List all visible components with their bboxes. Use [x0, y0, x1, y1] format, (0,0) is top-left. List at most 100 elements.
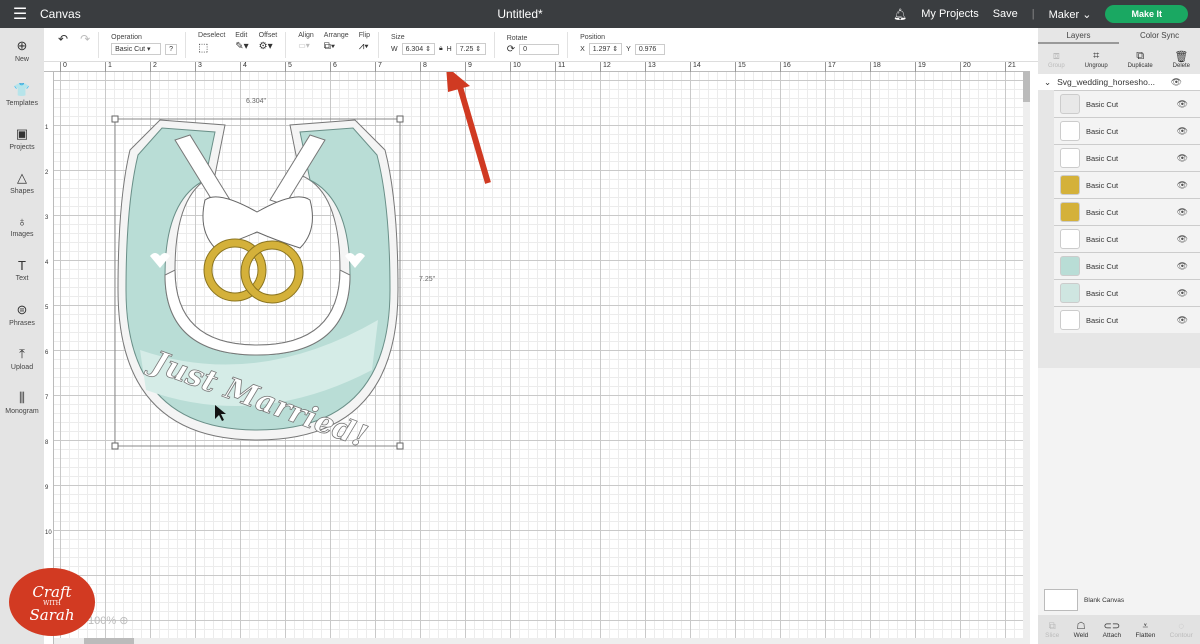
- sidebar-item-monogram[interactable]: ⫼ Monogram: [0, 380, 44, 424]
- ruler-tick: 1: [45, 125, 49, 131]
- ruler-tick: 20: [960, 62, 971, 72]
- make-it-button[interactable]: Make It: [1105, 5, 1188, 23]
- height-input[interactable]: 7.25 ⇕: [455, 43, 486, 55]
- layer-item[interactable]: Basic Cut 👁︎: [1054, 117, 1200, 144]
- eye-icon[interactable]: 👁︎: [1177, 288, 1188, 299]
- layer-item[interactable]: Basic Cut 👁︎: [1054, 252, 1200, 279]
- sidebar-item-shapes[interactable]: △ Shapes: [0, 160, 44, 204]
- shapes-icon: △: [17, 169, 27, 185]
- shirt-icon: 👕: [13, 81, 31, 97]
- width-input[interactable]: 6.304 ⇕: [401, 43, 435, 55]
- ruler-tick: 8: [420, 62, 427, 72]
- eye-icon[interactable]: 👁︎: [1177, 153, 1188, 164]
- slice-icon: ⧉: [1048, 620, 1056, 632]
- save-button[interactable]: Save: [993, 8, 1018, 20]
- speech-icon: ⊜: [16, 301, 28, 317]
- my-projects-link[interactable]: My Projects: [921, 8, 978, 20]
- contour-button[interactable]: ◌ Contour: [1170, 621, 1193, 639]
- attach-button[interactable]: ⊂⊃ Attach: [1103, 621, 1121, 639]
- vertical-scrollbar[interactable]: [1023, 72, 1030, 644]
- deselect-icon[interactable]: ⬚: [198, 41, 225, 54]
- sidebar-item-projects[interactable]: ▣ Projects: [0, 116, 44, 160]
- layer-item[interactable]: Basic Cut 👁︎: [1054, 279, 1200, 306]
- red-arrow-icon: [455, 79, 491, 184]
- eye-icon[interactable]: 👁︎: [1177, 180, 1188, 191]
- tab-layers[interactable]: Layers: [1038, 28, 1119, 44]
- eye-icon[interactable]: 👁︎: [1177, 315, 1188, 326]
- layer-item[interactable]: Basic Cut 👁︎: [1054, 306, 1200, 333]
- layer-thumbnail: [1060, 283, 1080, 303]
- align-icon[interactable]: ▭▾: [298, 41, 314, 50]
- ruler-tick: 12: [600, 62, 611, 72]
- arrange-label: Arrange: [323, 31, 349, 39]
- rotate-input[interactable]: 0: [519, 43, 560, 55]
- flatten-button[interactable]: ⩡ Flatten: [1135, 621, 1155, 639]
- eye-icon[interactable]: 👁︎: [1177, 234, 1188, 245]
- y-input[interactable]: 0.976: [634, 43, 665, 55]
- contour-icon: ◌: [1178, 620, 1185, 632]
- layer-item[interactable]: Basic Cut 👁︎: [1054, 171, 1200, 198]
- sidebar-item-new[interactable]: ⊕ New: [0, 28, 44, 72]
- sidebar-item-upload[interactable]: ⤒ Upload: [0, 336, 44, 380]
- ruler-tick: 10: [45, 530, 52, 536]
- group-button[interactable]: ⧈ Group: [1048, 50, 1065, 69]
- plus-circle-icon: ⊕: [16, 37, 28, 53]
- blank-canvas-row[interactable]: Blank Canvas: [1038, 585, 1200, 615]
- layer-group[interactable]: ⌄ Svg_wedding_horsesho... 👁︎: [1038, 74, 1200, 90]
- layer-item[interactable]: Basic Cut 👁︎: [1054, 144, 1200, 171]
- sidebar-item-templates[interactable]: 👕 Templates: [0, 72, 44, 116]
- sidebar-item-text[interactable]: T Text: [0, 248, 44, 292]
- horizontal-scrollbar[interactable]: [44, 638, 1024, 644]
- ungroup-button[interactable]: ⌗ Ungroup: [1085, 50, 1108, 69]
- craft-with-sarah-logo: Craft WITH Sarah: [9, 568, 95, 636]
- weld-button[interactable]: ☖ Weld: [1074, 621, 1089, 639]
- chevron-down-icon[interactable]: ⌄: [1044, 77, 1051, 88]
- lock-icon[interactable]: 🔒︎: [439, 45, 443, 53]
- arrange-icon[interactable]: ⧉▾: [324, 41, 349, 52]
- ruler-tick: 0: [60, 62, 67, 72]
- width-dimension-label: 6.304": [246, 98, 267, 105]
- slice-button[interactable]: ⧉ Slice: [1045, 621, 1059, 639]
- edit-toolbar: ↶ ↷ Operation Basic Cut ▾? Deselect ⬚ Edit ✎…: [44, 28, 1038, 62]
- ruler-tick: 7: [375, 62, 382, 72]
- undo-icon[interactable]: ↶: [58, 32, 68, 58]
- operation-select[interactable]: Basic Cut ▾: [111, 43, 162, 55]
- rotate-icon: ⟳: [506, 43, 516, 55]
- redo-icon[interactable]: ↷: [80, 32, 90, 58]
- machine-select[interactable]: Maker ⌄: [1049, 8, 1092, 21]
- layer-thumbnail: [1060, 310, 1080, 330]
- horseshoe-design[interactable]: Just Married!: [44, 62, 1030, 644]
- ruler-tick: 9: [465, 62, 472, 72]
- offset-icon[interactable]: ⚙▾: [259, 41, 278, 52]
- sidebar-item-phrases[interactable]: ⊜ Phrases: [0, 292, 44, 336]
- weld-icon: ☖: [1076, 620, 1086, 632]
- eye-icon[interactable]: 👁︎: [1177, 261, 1188, 272]
- position-label: Position: [580, 34, 606, 41]
- x-label: X: [580, 45, 585, 53]
- edit-icon[interactable]: ✎▾: [235, 41, 248, 52]
- text-icon: T: [18, 258, 26, 273]
- layers-panel: Layers Color Sync ⧈ Group ⌗ Ungroup ⧉ Duplic…: [1038, 28, 1200, 644]
- layer-thumbnail: [1060, 148, 1080, 168]
- eye-icon[interactable]: 👁︎: [1177, 99, 1188, 110]
- blank-canvas-swatch[interactable]: [1044, 589, 1078, 611]
- tab-color-sync[interactable]: Color Sync: [1119, 28, 1200, 44]
- bell-icon[interactable]: 🔔︎: [893, 8, 907, 21]
- duplicate-button[interactable]: ⧉ Duplicate: [1128, 50, 1153, 69]
- layer-item[interactable]: Basic Cut 👁︎: [1054, 198, 1200, 225]
- design-canvas[interactable]: Just Married! 6.304" 7.25" 100% ⊕: [44, 62, 1030, 644]
- eye-icon[interactable]: 👁︎: [1177, 207, 1188, 218]
- flip-icon[interactable]: ⩘▾: [359, 41, 370, 52]
- ruler-tick: 17: [825, 62, 836, 72]
- sidebar-item-images[interactable]: ♁ Images: [0, 204, 44, 248]
- handle-icon: [111, 115, 119, 123]
- ruler-tick: 3: [195, 62, 202, 72]
- delete-button[interactable]: 🗑︎ Delete: [1173, 50, 1190, 69]
- layer-item[interactable]: Basic Cut 👁︎: [1054, 225, 1200, 252]
- x-input[interactable]: 1.297 ⇕: [588, 43, 623, 55]
- eye-icon[interactable]: 👁︎: [1171, 77, 1182, 88]
- eye-icon[interactable]: 👁︎: [1177, 126, 1188, 137]
- layer-item[interactable]: Basic Cut 👁︎: [1054, 90, 1200, 117]
- rotate-label: Rotate: [506, 34, 528, 42]
- help-button[interactable]: ?: [165, 43, 178, 55]
